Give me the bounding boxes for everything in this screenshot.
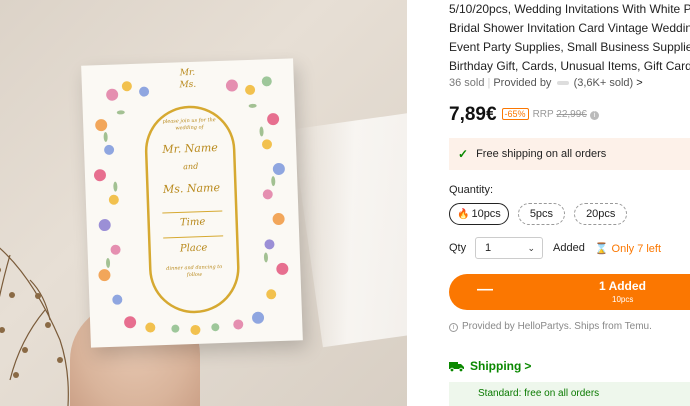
info-circle-icon: i [449,323,458,332]
qty-label: Qty [449,242,467,254]
sold-count: 36 sold [449,77,485,89]
title-line: Birthday Gift, Cards, Unusual Items, Gif… [449,59,690,73]
shipping-link-label: Shipping [470,359,522,373]
product-info-panel: 5/10/20pcs, Wedding Invitations With Whi… [449,0,690,406]
price-row: 7,89€ -65% RRP 22,99€ i [449,104,599,126]
qty-row: Qty 1 ⌄ Added ⌛ Only 7 left [449,237,661,259]
decrement-button[interactable]: — [477,281,493,299]
sales-meta: 36 sold | Provided by (3,6K+ sold) > [449,77,643,89]
card-footer: dinner and dancing to follow [166,263,223,279]
provider-rating[interactable]: (3,6K+ sold) [574,77,634,89]
rrp-label: RRP [532,109,554,120]
rrp-value: 22,99€ [556,109,587,120]
discount-badge: -65% [501,108,529,120]
quantity-label: Quantity: [449,184,494,196]
product-image[interactable]: Mr. Ms. please join us for the wedding o… [0,0,407,406]
cart-button[interactable]: — 1 Added 10pcs [449,274,690,310]
truck-icon [449,361,464,372]
free-shipping-text: Free shipping on all orders [476,148,607,160]
quantity-options: 🔥 10pcs 5pcs 20pcs [449,203,628,225]
info-icon[interactable]: i [589,111,599,120]
title-line: Bridal Shower Invitation Card Vintage We… [449,21,690,35]
qty-value: 1 [485,242,492,254]
hourglass-icon: ⌛ [594,242,609,255]
free-shipping-banner: ✓ Free shipping on all orders [449,138,690,170]
stock-warning: ⌛ Only 7 left [595,242,661,255]
title-line: 5/10/20pcs, Wedding Invitations With Whi… [449,2,690,16]
stock-text: Only 7 left [611,242,662,255]
chevron-right-icon: > [524,359,532,373]
current-price: 7,89€ [449,104,497,125]
provided-by-label: Provided by [493,77,552,89]
qty-select[interactable]: 1 ⌄ [475,237,543,259]
option-label: 10pcs [471,208,501,220]
fire-icon: 🔥 [457,209,470,220]
shipping-link[interactable]: Shipping > [449,359,531,373]
cart-added-variant: 10pcs [612,295,634,304]
option-label: 20pcs [586,208,616,220]
standard-shipping-note: Standard: free on all orders [449,382,690,406]
chevron-down-icon: ⌄ [527,243,535,253]
cart-added-count: 1 Added [599,279,646,293]
card-intro: please join us for the wedding of [162,117,216,132]
product-title: 5/10/20pcs, Wedding Invitations With Whi… [449,0,690,76]
title-line: Event Party Supplies, Small Business Sup… [449,40,690,54]
option-5pcs[interactable]: 5pcs [517,203,566,225]
fabric-ribbon [292,112,407,348]
chevron-right-icon[interactable]: > [636,77,642,89]
option-10pcs[interactable]: 🔥 10pcs [449,203,509,225]
check-icon: ✓ [458,147,469,161]
rrp: RRP 22,99€ [533,109,587,120]
provided-note: i Provided by HelloPartys. Ships from Tem… [449,321,652,332]
option-label: 5pcs [529,208,554,220]
floral-border [93,76,289,335]
invitation-card: Mr. Ms. please join us for the wedding o… [81,58,303,348]
provider-logo-icon[interactable] [556,79,569,87]
added-label: Added [553,242,585,254]
provided-text: Provided by HelloPartys. Ships from Temu… [462,321,652,332]
option-20pcs[interactable]: 20pcs [574,203,628,225]
